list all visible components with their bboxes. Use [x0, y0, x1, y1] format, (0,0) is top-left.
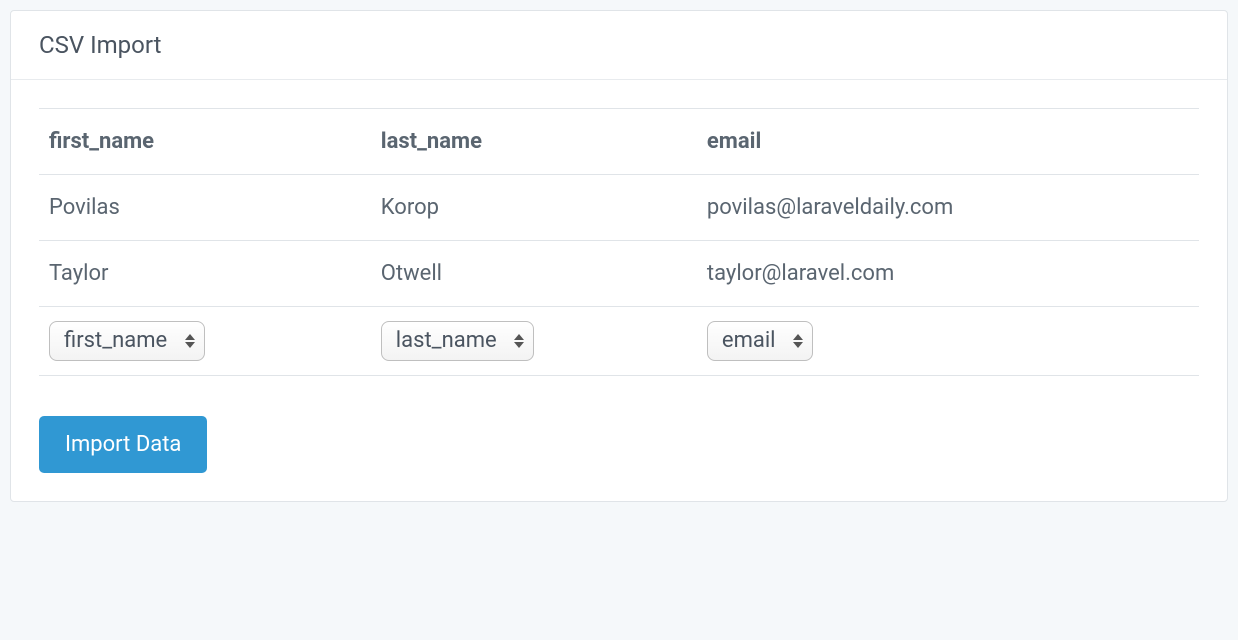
column-map-select-email[interactable]: email — [707, 321, 813, 361]
csv-import-card: CSV Import first_name last_name email Po… — [10, 10, 1228, 502]
table-mapping-cell: email — [697, 307, 1199, 376]
select-wrapper: first_name — [49, 321, 205, 361]
select-wrapper: last_name — [381, 321, 534, 361]
table-mapping-cell: first_name — [39, 307, 371, 376]
table-mapping-cell: last_name — [371, 307, 697, 376]
select-wrapper: email — [707, 321, 813, 361]
csv-preview-table: first_name last_name email Povilas Korop… — [39, 108, 1199, 376]
column-header: last_name — [371, 109, 697, 175]
table-cell: taylor@laravel.com — [697, 241, 1199, 307]
table-cell: Korop — [371, 175, 697, 241]
table-cell: Povilas — [39, 175, 371, 241]
table-header-row: first_name last_name email — [39, 109, 1199, 175]
column-header: email — [697, 109, 1199, 175]
table-cell: Taylor — [39, 241, 371, 307]
column-map-select-first-name[interactable]: first_name — [49, 321, 205, 361]
card-body: first_name last_name email Povilas Korop… — [11, 80, 1227, 501]
table-cell: povilas@laraveldaily.com — [697, 175, 1199, 241]
card-title: CSV Import — [39, 31, 161, 59]
table-row: Povilas Korop povilas@laraveldaily.com — [39, 175, 1199, 241]
column-header: first_name — [39, 109, 371, 175]
table-row: Taylor Otwell taylor@laravel.com — [39, 241, 1199, 307]
card-header: CSV Import — [11, 11, 1227, 80]
column-map-select-last-name[interactable]: last_name — [381, 321, 534, 361]
import-data-button[interactable]: Import Data — [39, 416, 207, 473]
table-cell: Otwell — [371, 241, 697, 307]
table-mapping-row: first_name last_name — [39, 307, 1199, 376]
